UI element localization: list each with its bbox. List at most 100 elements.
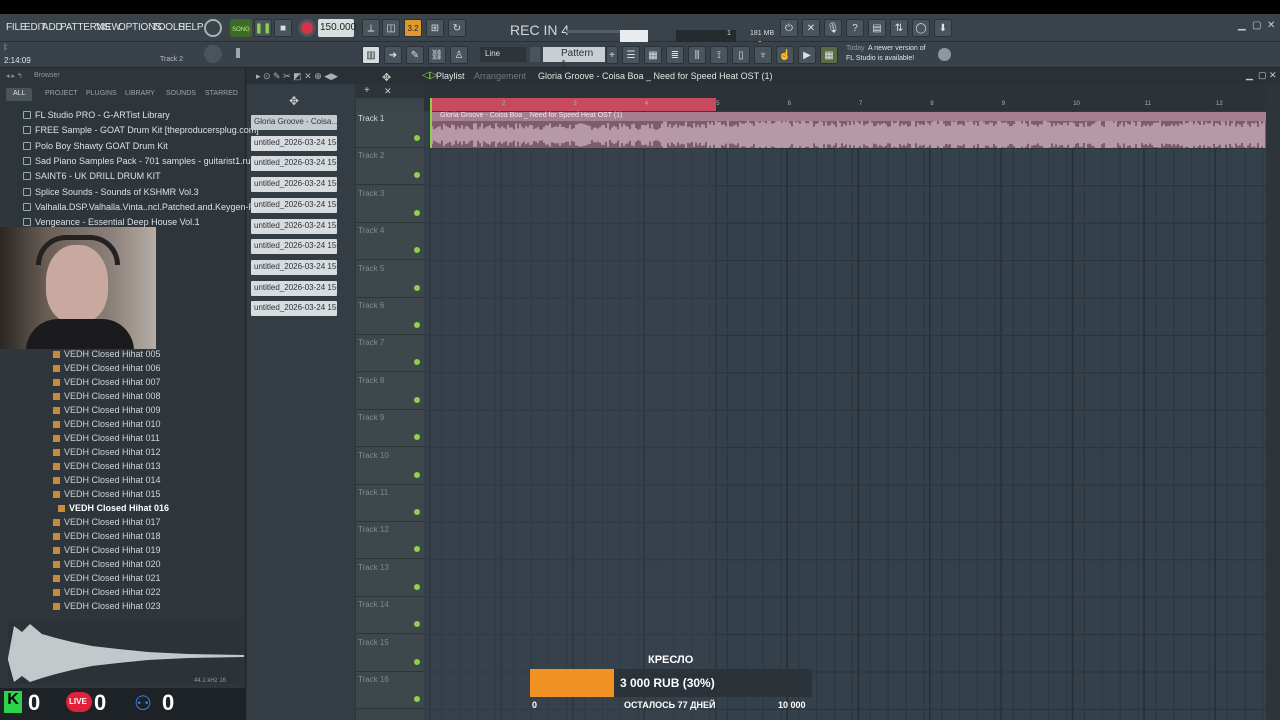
channel-rack-button[interactable]: ≣: [666, 46, 684, 64]
stop-button[interactable]: ■: [274, 19, 292, 37]
pattern-item[interactable]: untitled_2026-03-24 15-...: [251, 280, 337, 296]
snap-selector[interactable]: Line: [480, 47, 526, 62]
draw-button[interactable]: ✎: [406, 46, 424, 64]
save-button[interactable]: ▤: [868, 19, 886, 37]
mixer-button[interactable]: ⫼: [688, 46, 706, 64]
track-header[interactable]: Track 7: [356, 335, 424, 373]
news-button[interactable]: ▦: [820, 46, 838, 64]
track-header[interactable]: Track 11: [356, 485, 424, 522]
browser-menu-icon[interactable]: ◂ ▸ ↰: [6, 72, 23, 80]
loop-record-button[interactable]: ↻: [448, 19, 466, 37]
browser-folder[interactable]: FREE Sample - GOAT Drum Kit [theproducer…: [23, 125, 259, 135]
tab-sounds[interactable]: SOUNDS: [166, 90, 196, 97]
browser-file-item[interactable]: VEDH Closed Hihat 023: [53, 601, 161, 611]
pattern-item[interactable]: untitled_2026-03-24 15-...: [251, 156, 337, 172]
mic-button[interactable]: 🎙: [824, 19, 842, 37]
track-enable-led[interactable]: [414, 434, 420, 441]
pattern-prev-button[interactable]: [530, 47, 540, 62]
browser-file-item[interactable]: VEDH Closed Hihat 012: [53, 447, 161, 457]
tab-library[interactable]: LIBRARY: [125, 90, 155, 97]
song-mode-toggle[interactable]: SONG: [230, 19, 252, 37]
browser-folder[interactable]: Splice Sounds - Sounds of KSHMR Vol.3: [23, 187, 199, 197]
panic-button[interactable]: ✕: [802, 19, 820, 37]
playlist-tools-icons[interactable]: ▸ ⊙ ✎ ✂ ◩ ✕ ⊕ ◀▶: [256, 71, 338, 82]
track-header[interactable]: Track 9: [356, 410, 424, 448]
browser-file-item[interactable]: VEDH Closed Hihat 007: [53, 377, 161, 387]
pattern-item[interactable]: untitled_2026-03-24 15-...: [251, 301, 337, 317]
playlist-grid[interactable]: [423, 110, 1266, 720]
master-volume-knob[interactable]: [204, 19, 222, 37]
track-enable-led[interactable]: [414, 509, 420, 515]
track-header[interactable]: Track 2: [356, 148, 424, 186]
browser-file-item[interactable]: VEDH Closed Hihat 018: [53, 531, 161, 541]
tab-plugins[interactable]: PLUGINS: [86, 90, 117, 97]
track-enable-led[interactable]: [414, 359, 420, 366]
pattern-item[interactable]: untitled_2026-03-24 15-...: [251, 197, 337, 213]
track-enable-led[interactable]: [414, 621, 420, 628]
midi-button[interactable]: ⇅: [890, 19, 908, 37]
snap-move-icon[interactable]: ✥: [382, 71, 391, 84]
pattern-item[interactable]: Gloria Groove - Coisa...: [251, 115, 337, 130]
playlist-minimize-icon[interactable]: ▁: [1246, 70, 1253, 81]
track-header[interactable]: Track 16: [356, 672, 424, 709]
master-pitch-slider[interactable]: [566, 30, 620, 33]
remove-icon[interactable]: ✕: [384, 86, 392, 97]
stamp-button[interactable]: ♙: [450, 46, 468, 64]
track-header[interactable]: Track 8: [356, 372, 424, 410]
move-icon[interactable]: ✥: [289, 94, 299, 108]
track-enable-led[interactable]: [414, 696, 420, 702]
record-button[interactable]: [298, 19, 316, 37]
add-pattern-button[interactable]: +: [606, 46, 618, 64]
pattern-item[interactable]: untitled_2026-03-24 15-...: [251, 218, 337, 234]
track-enable-led[interactable]: [414, 322, 420, 328]
track-enable-led[interactable]: [414, 658, 420, 665]
browser-file-item[interactable]: VEDH Closed Hihat 005: [53, 349, 161, 359]
browser-file-item[interactable]: VEDH Closed Hihat 013: [53, 461, 161, 471]
pattern-item[interactable]: untitled_2026-03-24 15-...: [251, 259, 337, 275]
window-close-icon[interactable]: ✕: [1267, 20, 1275, 31]
track-header[interactable]: Track 14: [356, 597, 424, 635]
track-enable-led[interactable]: [414, 546, 420, 553]
browser-folder[interactable]: Polo Boy Shawty GOAT Drum Kit: [23, 141, 168, 151]
update-icon[interactable]: [938, 48, 951, 61]
maximize-icon[interactable]: ▢: [1252, 20, 1261, 31]
cpu-toggle-button[interactable]: ⏻: [780, 19, 798, 37]
track-enable-led[interactable]: [414, 583, 420, 590]
add-track-icon[interactable]: +: [364, 85, 370, 96]
pattern-item[interactable]: untitled_2026-03-24 15-...: [251, 135, 337, 151]
track-header[interactable]: Track 3: [356, 185, 424, 223]
tempo-display[interactable]: 150.000: [318, 19, 356, 37]
chat-button[interactable]: ◯: [912, 19, 930, 37]
pitch-knob[interactable]: [204, 45, 222, 63]
browser-file-item[interactable]: VEDH Closed Hihat 017: [53, 517, 161, 527]
browser-folder[interactable]: FL Studio PRO - G-ARTist Library: [23, 110, 170, 120]
countdown-button[interactable]: 3.2: [404, 19, 422, 37]
track-enable-led[interactable]: [414, 396, 420, 403]
help-button[interactable]: ?: [846, 19, 864, 37]
browser-file-item[interactable]: VEDH Closed Hihat 014: [53, 475, 161, 485]
browser-folder[interactable]: Sad Piano Samples Pack - 701 samples - g…: [23, 156, 251, 166]
browser-file-item[interactable]: VEDH Closed Hihat 006: [53, 363, 161, 373]
tab-starred[interactable]: STARRED: [205, 90, 238, 97]
track-enable-led[interactable]: [414, 172, 420, 179]
browser-file-item[interactable]: VEDH Closed Hihat 009: [53, 405, 161, 415]
plugin-db-button[interactable]: ♆: [754, 46, 772, 64]
browser-file-item[interactable]: VEDH Closed Hihat 019: [53, 545, 161, 555]
track-enable-led[interactable]: [414, 209, 420, 216]
notice-line-2[interactable]: FL Studio is available!: [846, 55, 914, 62]
track-header[interactable]: Track 15: [356, 634, 424, 672]
wait-input-button[interactable]: ◫: [382, 19, 400, 37]
touch-keyboard-button[interactable]: ☝: [776, 46, 794, 64]
track-header[interactable]: Track 12: [356, 522, 424, 560]
playlist-button[interactable]: ☰: [622, 46, 640, 64]
browser-file-item[interactable]: VEDH Closed Hihat 015: [53, 489, 161, 499]
track-header[interactable]: Track 5: [356, 260, 424, 298]
browser-file-item[interactable]: VEDH Closed Hihat 008: [53, 391, 161, 401]
playlist-maximize-icon[interactable]: ▢: [1258, 70, 1267, 81]
browser-folder[interactable]: SAINT6 - UK DRILL DRUM KIT: [23, 171, 161, 181]
track-enable-led[interactable]: [414, 471, 420, 478]
tab-project[interactable]: PROJECT: [45, 90, 78, 97]
pause-button[interactable]: ❚❚: [254, 19, 272, 37]
notice-line-1[interactable]: A newer version of: [868, 45, 926, 52]
pattern-selector[interactable]: Pattern 1: [543, 47, 605, 70]
